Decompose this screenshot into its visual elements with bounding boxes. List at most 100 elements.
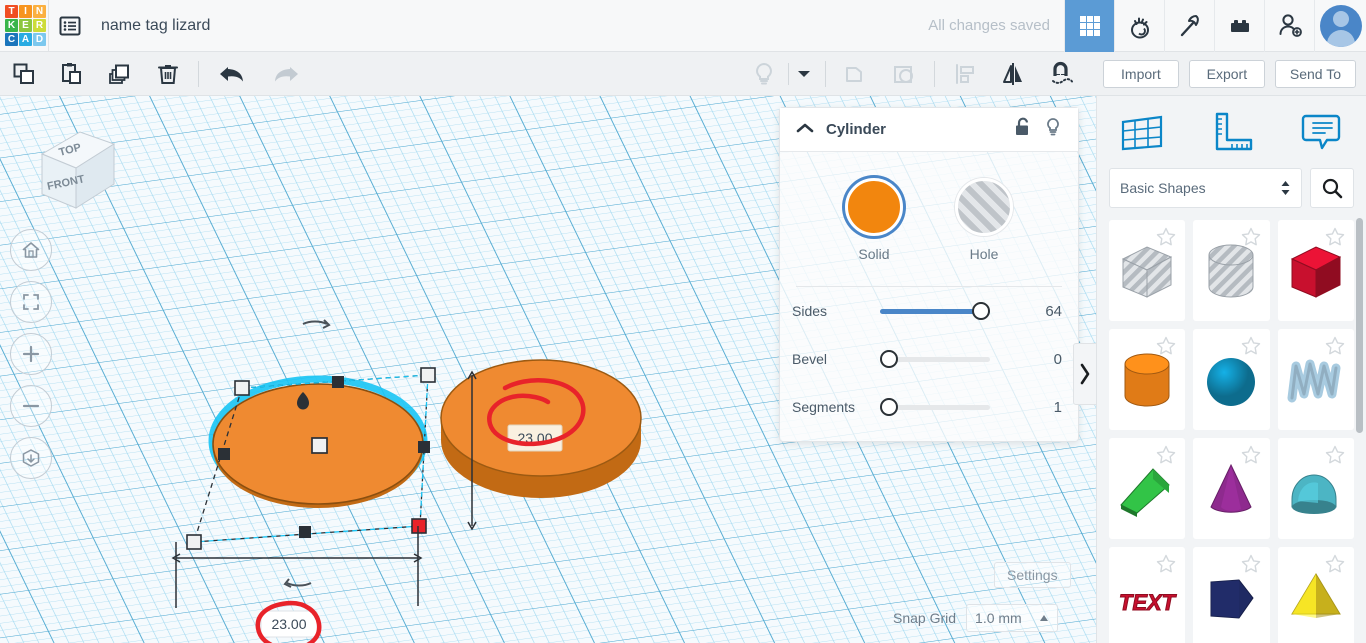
project-title[interactable]: name tag lizard (101, 17, 210, 35)
star-favorite-icon[interactable] (1240, 335, 1262, 357)
shape-cell-cylinder-orange[interactable] (1109, 329, 1186, 430)
slider-label-sides: Sides (792, 303, 828, 319)
settings-button[interactable]: Settings (994, 562, 1071, 588)
hole-mode-option[interactable]: Hole (955, 178, 1013, 262)
hole-swatch[interactable] (955, 178, 1013, 236)
star-favorite-icon[interactable] (1155, 226, 1177, 248)
shape-category-dropdown[interactable]: Basic Shapes (1109, 168, 1302, 208)
export-button[interactable]: Export (1188, 59, 1265, 88)
panel-collapse-icon[interactable] (796, 121, 814, 139)
logo-cell-a: A (19, 33, 32, 46)
star-favorite-icon[interactable] (1240, 553, 1262, 575)
shape-cell-box-hole[interactable] (1109, 220, 1186, 321)
toolbar-divider (933, 60, 935, 87)
star-favorite-icon[interactable] (1324, 226, 1346, 248)
star-favorite-icon[interactable] (1240, 226, 1262, 248)
tinkercad-logo[interactable]: TIN KER CAD (0, 0, 48, 52)
workplane-canvas[interactable]: TOP FRONT 23.00 23.00 Cylinder Solid Hol… (0, 96, 1096, 643)
shape-cell-polygon-navy[interactable] (1193, 547, 1270, 643)
slider-thumb-bevel[interactable] (880, 350, 898, 368)
star-favorite-icon[interactable] (1155, 444, 1177, 466)
add-user-button[interactable] (1264, 0, 1314, 52)
align-button[interactable] (941, 52, 989, 96)
snap-grid-label: Snap Grid (893, 610, 957, 626)
shape-cell-wedge-green[interactable] (1109, 438, 1186, 539)
snap-magnet-button[interactable] (1037, 52, 1085, 96)
panel-collapse-tab[interactable] (1073, 343, 1096, 405)
redo-button[interactable] (259, 52, 313, 96)
group-button[interactable] (832, 52, 880, 96)
note-comment-icon (1301, 114, 1341, 150)
snap-grid-value: 1.0 mm (975, 610, 1022, 626)
ungroup-button[interactable] (880, 52, 928, 96)
star-favorite-icon[interactable] (1155, 335, 1177, 357)
lightbulb-button[interactable] (740, 52, 788, 96)
star-favorite-icon[interactable] (1155, 553, 1177, 575)
caret-up-icon (1040, 615, 1049, 621)
dashboard-grid-button[interactable] (1064, 0, 1114, 52)
slider-label-bevel: Bevel (792, 351, 828, 367)
lightbulb-hand-button[interactable] (1114, 0, 1164, 52)
logo-cell-r: R (33, 19, 46, 32)
shape-cell-cylinder-hole[interactable] (1193, 220, 1270, 321)
shape-cell-pyramid-yellow[interactable] (1277, 547, 1354, 643)
logo-cell-t: T (5, 5, 18, 18)
lightbulb-icon (755, 62, 772, 84)
project-list-icon[interactable] (49, 0, 91, 52)
lightbulb-dropdown-button[interactable] (789, 52, 819, 96)
send-to-button[interactable]: Send To (1274, 59, 1356, 88)
undo-icon (220, 66, 243, 81)
slider-track-sides[interactable] (880, 301, 990, 321)
solid-label: Solid (858, 246, 890, 262)
slider-thumb-segments[interactable] (880, 398, 898, 416)
undo-button[interactable] (205, 52, 259, 96)
shape-cell-box-red[interactable] (1277, 220, 1354, 321)
ruler-tool-button[interactable] (1187, 108, 1277, 156)
delete-button[interactable] (144, 52, 192, 96)
chevron-right-icon (1080, 363, 1090, 385)
logo-cell-i: I (19, 5, 32, 18)
workplane-icon (1121, 115, 1162, 151)
slider-value-sides: 64 (1045, 302, 1062, 320)
copy-button[interactable] (0, 52, 48, 96)
paste-button[interactable] (48, 52, 96, 96)
solid-swatch[interactable] (845, 178, 903, 236)
workplane-tool-button[interactable] (1097, 108, 1187, 156)
redo-icon (275, 66, 298, 81)
shape-cell-text-red[interactable]: TEXT (1109, 547, 1186, 643)
shape-cell-cone-purple[interactable] (1193, 438, 1270, 539)
star-favorite-icon[interactable] (1324, 444, 1346, 466)
logo-cell-e: E (19, 19, 32, 32)
shape-cell-scribble-lightblue[interactable] (1277, 329, 1354, 430)
unlock-icon[interactable] (1014, 117, 1032, 142)
snap-grid-control: Snap Grid 1.0 mm (893, 604, 1059, 632)
lego-brick-button[interactable] (1214, 0, 1264, 52)
star-favorite-icon[interactable] (1324, 553, 1346, 575)
tinkercad-app: TIN KER CAD name tag lizard All changes sa… (0, 0, 1366, 643)
star-favorite-icon[interactable] (1240, 444, 1262, 466)
shape-cell-roundroof-teal[interactable] (1277, 438, 1354, 539)
shape-gallery: TEXT (1097, 220, 1366, 643)
star-favorite-icon[interactable] (1324, 335, 1346, 357)
edit-toolbar: Import Export Send To (0, 52, 1366, 96)
shape-cell-sphere-blue[interactable] (1193, 329, 1270, 430)
notes-tool-button[interactable] (1276, 108, 1366, 156)
shape-search-button[interactable] (1310, 168, 1354, 208)
sidebar-tool-icons (1097, 96, 1366, 168)
copy-icon (13, 63, 34, 84)
sidebar-scrollbar[interactable] (1356, 218, 1363, 433)
import-button[interactable]: Import (1102, 59, 1179, 88)
slider-thumb-sides[interactable] (972, 302, 990, 320)
duplicate-button[interactable] (96, 52, 144, 96)
slider-track-bevel[interactable] (880, 349, 990, 369)
duplicate-icon (109, 64, 129, 84)
mirror-button[interactable] (989, 52, 1037, 96)
user-avatar-button[interactable] (1314, 0, 1366, 52)
logo-cell-n: N (33, 5, 46, 18)
minecraft-pickaxe-button[interactable] (1164, 0, 1214, 52)
sidebar-controls: Basic Shapes (1097, 168, 1366, 208)
solid-mode-option[interactable]: Solid (845, 178, 903, 262)
panel-lightbulb-icon[interactable] (1044, 117, 1062, 142)
snap-grid-select[interactable]: 1.0 mm (966, 604, 1059, 632)
slider-track-segments[interactable] (880, 397, 990, 417)
